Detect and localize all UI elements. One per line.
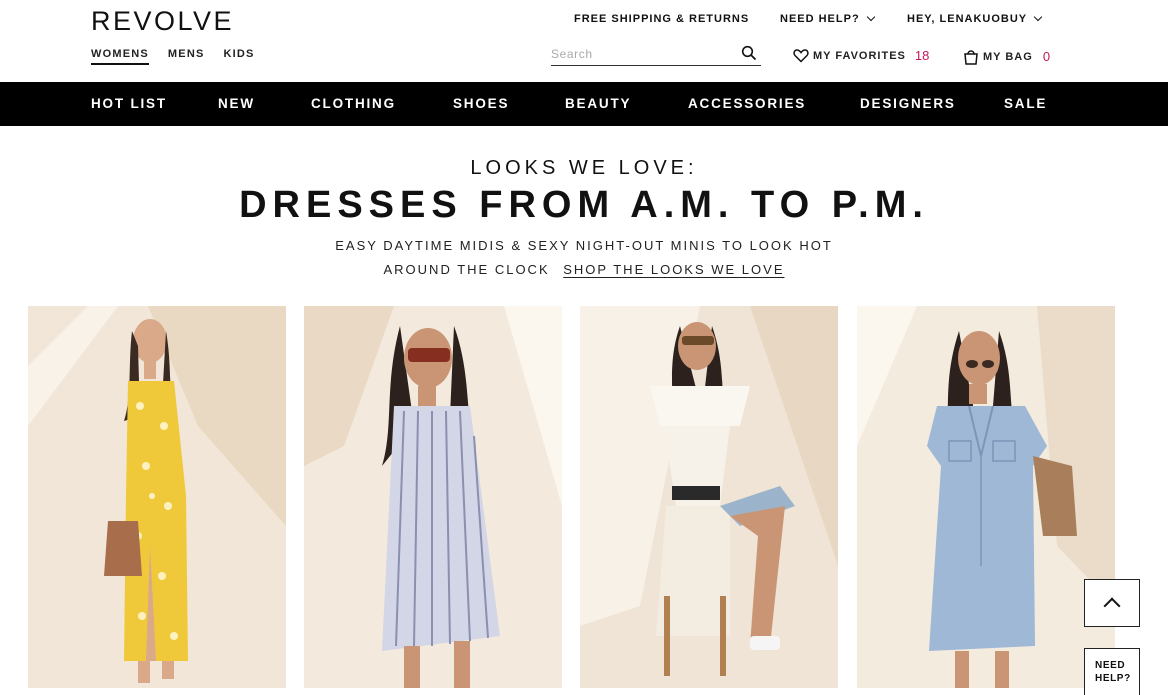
search-bar [551, 42, 761, 66]
free-shipping-link[interactable]: FREE SHIPPING & RETURNS [574, 13, 749, 25]
shop-looks-link[interactable]: SHOP THE LOOKS WE LOVE [563, 262, 784, 277]
help-line1: NEED [1095, 660, 1126, 671]
heart-icon [793, 49, 809, 63]
model-photo [28, 306, 286, 688]
hero-kicker: LOOKS WE LOVE: [470, 157, 698, 179]
free-shipping-label: FREE SHIPPING & RETURNS [574, 13, 750, 25]
search-input[interactable] [551, 46, 731, 61]
greeting-label: HEY, LENAKUOBUY [907, 13, 1028, 25]
product-tile-striped-dress[interactable] [304, 306, 562, 688]
help-line2: HELP? [1095, 673, 1131, 684]
model-photo [304, 306, 562, 688]
favorites-label: MY FAVORITES [813, 49, 906, 62]
nav-accessories[interactable]: ACCESSORIES [688, 96, 806, 111]
favorites-count: 18 [914, 48, 930, 63]
model-photo [580, 306, 838, 688]
my-bag-link[interactable]: MY BAG 0 [963, 48, 1050, 65]
shopping-bag-icon [964, 50, 978, 65]
nav-hot-list[interactable]: HOT LIST [91, 96, 167, 111]
tab-womens[interactable]: WOMENS [91, 48, 149, 65]
bag-count: 0 [1042, 49, 1051, 64]
product-tile-white-dress[interactable] [580, 306, 838, 688]
chevron-down-icon [866, 12, 875, 22]
chevron-up-icon [1103, 597, 1121, 615]
account-dropdown[interactable]: HEY, LENAKUOBUY [907, 12, 1043, 25]
need-help-dropdown[interactable]: NEED HELP? [780, 12, 875, 25]
hero-subtitle-line1: EASY DAYTIME MIDIS & SEXY NIGHT-OUT MINI… [335, 238, 833, 253]
chevron-down-icon [1033, 12, 1043, 22]
my-favorites-link[interactable]: MY FAVORITES 18 [793, 48, 929, 63]
nav-shoes[interactable]: SHOES [453, 96, 509, 111]
nav-clothing[interactable]: CLOTHING [311, 96, 396, 111]
need-help-label: NEED HELP? [780, 13, 860, 25]
gender-tabs: WOMENS MENS KIDS [91, 48, 255, 65]
hero-subtitle-text: AROUND THE CLOCK [383, 262, 550, 277]
bag-label: MY BAG [983, 50, 1033, 63]
hero-subtitle-line2: AROUND THE CLOCK SHOP THE LOOKS WE LOVE [0, 262, 1168, 277]
hero-headline: DRESSES FROM A.M. TO P.M. [239, 184, 929, 226]
nav-sale[interactable]: SALE [1004, 96, 1047, 111]
tab-kids[interactable]: KIDS [224, 48, 255, 65]
tab-mens[interactable]: MENS [168, 48, 205, 65]
need-help-chat-button[interactable]: NEED HELP? [1084, 648, 1140, 695]
nav-new[interactable]: NEW [218, 96, 255, 111]
revolve-logo[interactable]: REVOLVE [91, 6, 234, 37]
nav-designers[interactable]: DESIGNERS [860, 96, 956, 111]
nav-beauty[interactable]: BEAUTY [565, 96, 631, 111]
main-nav: HOT LIST NEW CLOTHING SHOES BEAUTY ACCES… [0, 82, 1168, 126]
model-photo [857, 306, 1115, 688]
search-icon[interactable] [741, 45, 757, 61]
product-tile-yellow-dress[interactable] [28, 306, 286, 688]
back-to-top-button[interactable] [1084, 579, 1140, 627]
product-tile-chambray-dress[interactable] [857, 306, 1115, 688]
